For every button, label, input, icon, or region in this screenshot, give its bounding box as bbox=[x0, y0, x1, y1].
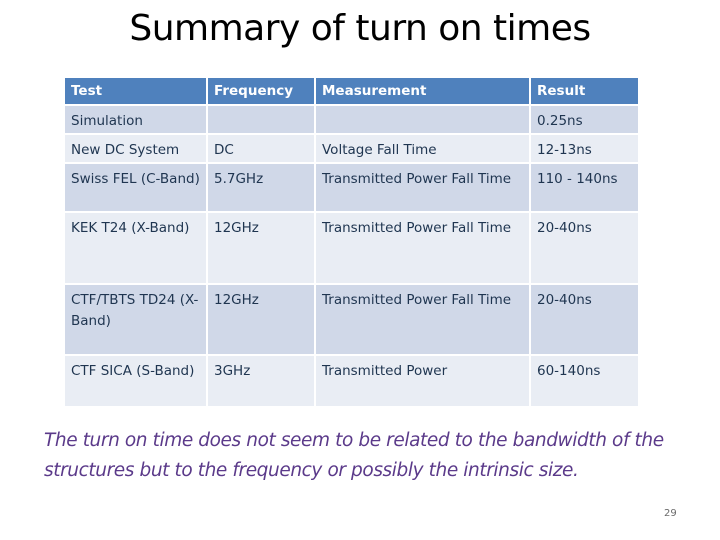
slide-title: Summary of turn on times bbox=[129, 8, 591, 49]
cell-result: 60-140ns bbox=[531, 356, 638, 406]
cell-measurement bbox=[316, 106, 529, 133]
cell-measurement: Transmitted Power Fall Time bbox=[316, 164, 529, 211]
cell-measurement: Transmitted Power Fall Time bbox=[316, 213, 529, 283]
cell-test: CTF/TBTS TD24 (X-Band) bbox=[65, 285, 206, 354]
table-header-row: Test Frequency Measurement Result bbox=[65, 78, 638, 104]
table-row: Simulation 0.25ns bbox=[65, 106, 638, 133]
cell-result: 20-40ns bbox=[531, 213, 638, 283]
cell-measurement: Transmitted Power bbox=[316, 356, 529, 406]
conclusion-note: The turn on time does not seem to be rel… bbox=[44, 430, 664, 481]
header-frequency: Frequency bbox=[208, 78, 314, 104]
cell-result: 0.25ns bbox=[531, 106, 638, 133]
cell-measurement: Voltage Fall Time bbox=[316, 135, 529, 162]
cell-result: 110 - 140ns bbox=[531, 164, 638, 211]
cell-test: CTF SICA (S-Band) bbox=[65, 356, 206, 406]
cell-frequency: 12GHz bbox=[208, 213, 314, 283]
cell-frequency: 3GHz bbox=[208, 356, 314, 406]
header-measurement: Measurement bbox=[316, 78, 529, 104]
cell-frequency: 5.7GHz bbox=[208, 164, 314, 211]
table-row: CTF/TBTS TD24 (X-Band) 12GHz Transmitted… bbox=[65, 285, 638, 354]
cell-test: Swiss FEL (C-Band) bbox=[65, 164, 206, 211]
header-test: Test bbox=[65, 78, 206, 104]
table-row: Swiss FEL (C-Band) 5.7GHz Transmitted Po… bbox=[65, 164, 638, 211]
cell-frequency bbox=[208, 106, 314, 133]
cell-test: New DC System bbox=[65, 135, 206, 162]
header-result: Result bbox=[531, 78, 638, 104]
cell-frequency: DC bbox=[208, 135, 314, 162]
table-row: KEK T24 (X-Band) 12GHz Transmitted Power… bbox=[65, 213, 638, 283]
page-number: 29 bbox=[664, 508, 677, 519]
cell-frequency: 12GHz bbox=[208, 285, 314, 354]
cell-result: 20-40ns bbox=[531, 285, 638, 354]
cell-measurement: Transmitted Power Fall Time bbox=[316, 285, 529, 354]
cell-test: Simulation bbox=[65, 106, 206, 133]
table-row: CTF SICA (S-Band) 3GHz Transmitted Power… bbox=[65, 356, 638, 406]
summary-table: Test Frequency Measurement Result Simula… bbox=[63, 76, 640, 408]
cell-result: 12-13ns bbox=[531, 135, 638, 162]
cell-test: KEK T24 (X-Band) bbox=[65, 213, 206, 283]
table-row: New DC System DC Voltage Fall Time 12-13… bbox=[65, 135, 638, 162]
